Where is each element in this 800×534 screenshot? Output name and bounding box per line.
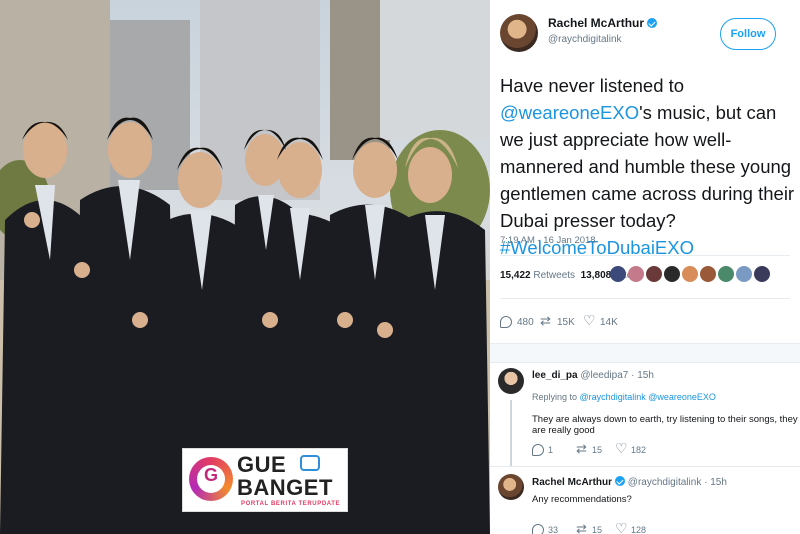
reply-author-row[interactable]: lee_di_pa @leedipa7 · 15h <box>532 370 654 381</box>
likes-count[interactable]: 13,808 <box>581 270 612 281</box>
like-count: 14K <box>600 316 618 328</box>
verified-icon <box>647 18 658 28</box>
heart-icon <box>583 312 596 329</box>
divider <box>500 255 790 256</box>
retweets-label[interactable]: Retweets <box>533 270 575 281</box>
logo-word-gue: GUE <box>237 452 287 477</box>
tweet-panel: Rachel McArthur @raychdigitalink Follow … <box>490 0 800 534</box>
retweet-icon <box>576 521 588 534</box>
mention-link[interactable]: @weareoneEXO <box>500 102 639 123</box>
liker-avatar[interactable] <box>610 266 626 282</box>
gue-banget-logo: G GUE BANGET PORTAL BERITA TERUPDATE <box>182 448 348 512</box>
reply-author-name[interactable]: lee_di_pa <box>532 370 578 381</box>
reply-author-handle[interactable]: @leedipa7 · 15h <box>580 370 654 381</box>
replying-to-prefix: Replying to <box>532 392 578 402</box>
retweet-action[interactable]: 15K <box>540 313 575 329</box>
retweet-count: 15K <box>557 316 575 328</box>
verified-icon <box>615 476 626 486</box>
follow-button[interactable]: Follow <box>720 18 776 50</box>
divider <box>490 466 800 467</box>
replying-to: Replying to @raychdigitalink @weareoneEX… <box>532 392 716 402</box>
logo-tagline: PORTAL BERITA TERUPDATE <box>241 501 341 507</box>
reply-reply-action[interactable]: 33 <box>532 524 558 534</box>
reply-icon <box>500 316 512 328</box>
liker-avatar[interactable] <box>646 266 662 282</box>
reply-text: They are always down to earth, try liste… <box>532 414 798 436</box>
logo-letter: G <box>203 465 218 485</box>
reply-author-name[interactable]: Rachel McArthur <box>532 477 612 488</box>
liker-avatar[interactable] <box>718 266 734 282</box>
reply-avatar[interactable] <box>498 474 524 500</box>
replying-to-handles[interactable]: @raychdigitalink @weareoneEXO <box>580 392 716 402</box>
liker-avatars[interactable] <box>610 266 770 282</box>
reply-action[interactable]: 480 <box>500 316 534 328</box>
reply-reply-count: 33 <box>548 525 559 534</box>
reply-reply-action[interactable]: 1 <box>532 444 553 456</box>
retweet-icon <box>540 313 552 329</box>
heart-icon <box>615 440 628 457</box>
liker-avatar[interactable] <box>700 266 716 282</box>
reply-like-action[interactable]: 182 <box>615 440 647 457</box>
liker-avatar[interactable] <box>754 266 770 282</box>
reply-author-handle[interactable]: @raychdigitalink · 15h <box>628 477 727 488</box>
reply-retweet-action[interactable]: 15 <box>576 521 603 534</box>
reply-author-row[interactable]: Rachel McArthur @raychdigitalink · 15h <box>532 476 727 488</box>
divider <box>500 298 790 299</box>
retweet-icon <box>576 441 588 457</box>
reply-text: Any recommendations? <box>532 494 632 505</box>
reply-icon <box>532 524 544 534</box>
reply-avatar[interactable] <box>498 368 524 394</box>
section-divider <box>490 343 800 363</box>
reply-retweet-action[interactable]: 15 <box>576 441 603 457</box>
logo-word-banget: BANGET <box>237 475 333 500</box>
reply-retweet-count: 15 <box>592 525 603 534</box>
reply-like-count: 182 <box>631 445 647 455</box>
tweet-text: Have never listened to @weareoneEXO's mu… <box>500 72 796 261</box>
like-action[interactable]: 14K <box>583 312 618 329</box>
tweet-text-part1: Have never listened to <box>500 75 685 96</box>
reply-like-count: 128 <box>631 525 647 534</box>
reply-like-action[interactable]: 128 <box>615 520 647 534</box>
author-avatar[interactable] <box>500 14 538 52</box>
tweet-timestamp[interactable]: 7:19 AM - 16 Jan 2018 <box>500 235 596 246</box>
reply-icon <box>532 444 544 456</box>
reply-reply-count: 1 <box>548 445 554 455</box>
thumbs-up-icon <box>300 455 320 471</box>
reply-retweet-count: 15 <box>592 445 603 455</box>
news-photo: G GUE BANGET PORTAL BERITA TERUPDATE <box>0 0 490 534</box>
liker-avatar[interactable] <box>664 266 680 282</box>
liker-avatar[interactable] <box>682 266 698 282</box>
author-name-row[interactable]: Rachel McArthur <box>548 16 658 30</box>
author-name[interactable]: Rachel McArthur <box>548 16 644 30</box>
thread-line <box>510 400 512 466</box>
retweets-count[interactable]: 15,422 <box>500 270 531 281</box>
liker-avatar[interactable] <box>628 266 644 282</box>
author-handle[interactable]: @raychdigitalink <box>548 34 622 45</box>
reply-count: 480 <box>517 316 534 328</box>
heart-icon <box>615 520 628 534</box>
liker-avatar[interactable] <box>736 266 752 282</box>
